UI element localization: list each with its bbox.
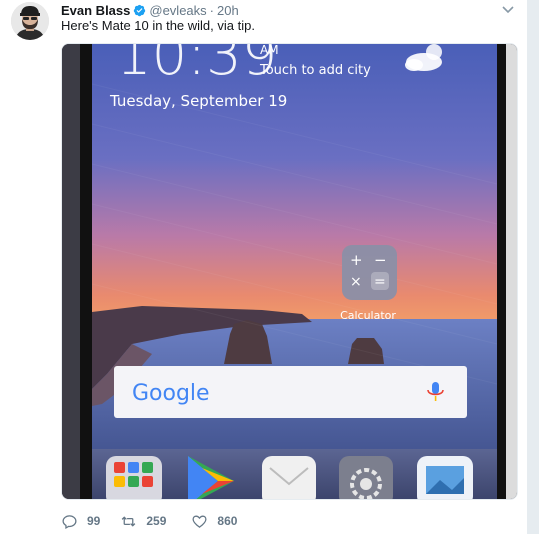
phone-date: Tuesday, September 19 — [109, 92, 287, 110]
svg-text:=: = — [374, 274, 386, 290]
tweet-card[interactable]: Evan Blass @evleaks · 20h Here's Mate 10… — [0, 0, 527, 534]
tweet-media-photo[interactable]: 10:39 AM Touch to add city Tuesday, Sept… — [61, 43, 518, 500]
retweet-icon — [122, 515, 136, 527]
retweet-button[interactable]: 259 — [120, 513, 166, 530]
phone-add-city[interactable]: Touch to add city — [259, 63, 371, 78]
tweet-text: Here's Mate 10 in the wild, via tip. — [61, 18, 255, 33]
reply-icon — [62, 514, 77, 529]
verified-icon — [134, 4, 146, 16]
settings-app-icon[interactable] — [339, 456, 393, 500]
phone-clock: 10:39 — [116, 44, 277, 88]
tweet-actions: 99 259 860 — [61, 512, 237, 530]
phone-am-pm: AM — [260, 44, 279, 57]
retweet-count: 259 — [146, 514, 167, 528]
calculator-app-icon[interactable]: + − × = — [342, 245, 397, 300]
gallery-app-icon[interactable] — [417, 456, 473, 500]
tweet-timestamp[interactable]: 20h — [217, 3, 239, 18]
calculator-label: Calculator — [340, 309, 396, 322]
svg-text:−: − — [374, 251, 387, 269]
right-scroll-rail — [527, 0, 539, 534]
caret-down-icon[interactable] — [502, 5, 514, 15]
reply-count: 99 — [87, 514, 101, 528]
app-folder-icon[interactable] — [106, 456, 162, 500]
email-app-icon[interactable] — [262, 456, 316, 500]
like-icon — [192, 515, 207, 528]
svg-text:×: × — [350, 274, 362, 290]
google-search-bar[interactable]: Google — [114, 366, 467, 418]
author-name[interactable]: Evan Blass — [61, 3, 130, 18]
author-handle[interactable]: @evleaks — [149, 3, 206, 18]
google-logo: Google — [132, 381, 210, 406]
like-button[interactable]: 860 — [191, 513, 237, 530]
avatar[interactable] — [11, 2, 49, 40]
tweet-header: Evan Blass @evleaks · 20h — [61, 2, 239, 18]
svg-text:+: + — [350, 251, 363, 269]
separator-dot: · — [209, 2, 214, 18]
reply-button[interactable]: 99 — [61, 513, 100, 530]
like-count: 860 — [217, 514, 238, 528]
